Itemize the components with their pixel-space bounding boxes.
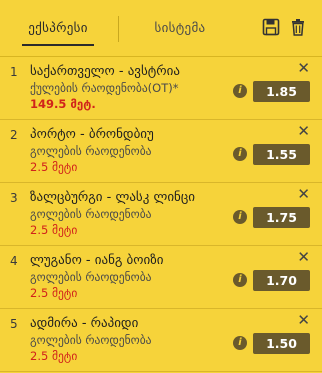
bet-market: გოლების რაოდენობა	[30, 333, 152, 347]
tab-express-label: ექსპრესი	[28, 20, 88, 36]
bet-match: საქართველო - ავსტრია	[30, 64, 180, 79]
close-icon[interactable]: ✕	[297, 59, 310, 77]
bet-line: 2.5 მეტი	[30, 286, 78, 300]
bet-odds: 1.50	[253, 333, 310, 354]
betslip-header: ექსპრესი სისტემა	[0, 0, 322, 57]
bet-number: 1	[10, 65, 18, 79]
info-icon[interactable]: i	[233, 273, 247, 287]
tab-divider	[118, 16, 119, 42]
bet-market: გოლების რაოდენობა	[30, 144, 152, 158]
close-icon[interactable]: ✕	[297, 122, 310, 140]
bet-number: 2	[10, 128, 18, 142]
tab-system-label: სისტემა	[154, 20, 206, 36]
bet-list: 1 საქართველო - ავსტრია ქულების რაოდენობა…	[0, 57, 322, 372]
close-icon[interactable]: ✕	[297, 248, 310, 266]
bet-number: 5	[10, 317, 18, 331]
bet-item: 3 ზალცბურგი - ლასკ ლინცი გოლების რაოდენო…	[0, 183, 322, 246]
bet-item: 2 პორტო - ბრონდბიუ გოლების რაოდენობა 2.5…	[0, 120, 322, 183]
bet-match: პორტო - ბრონდბიუ	[30, 127, 154, 142]
bet-number: 3	[10, 191, 18, 205]
info-icon[interactable]: i	[233, 147, 247, 161]
bet-match: ადმირა - რაპიდი	[30, 316, 139, 331]
bet-item: 5 ადმირა - რაპიდი გოლების რაოდენობა 2.5 …	[0, 309, 322, 372]
close-icon[interactable]: ✕	[297, 311, 310, 329]
bet-market: გოლების რაოდენობა	[30, 207, 152, 221]
bet-item: 1 საქართველო - ავსტრია ქულების რაოდენობა…	[0, 57, 322, 120]
bet-odds: 1.70	[253, 270, 310, 291]
bet-match: ლუგანო - იანგ ბოიზი	[30, 253, 164, 268]
info-icon[interactable]: i	[233, 84, 247, 98]
bet-line: 149.5 მეტ.	[30, 97, 96, 111]
info-icon[interactable]: i	[233, 336, 247, 350]
info-icon[interactable]: i	[233, 210, 247, 224]
bet-market: გოლების რაოდენობა	[30, 270, 152, 284]
trash-icon[interactable]	[289, 18, 307, 36]
bet-odds: 1.85	[253, 81, 310, 102]
bet-odds: 1.55	[253, 144, 310, 165]
tab-system[interactable]: სისტემა	[130, 0, 230, 56]
bet-line: 2.5 მეტი	[30, 223, 78, 237]
save-icon[interactable]	[262, 18, 280, 36]
bet-match: ზალცბურგი - ლასკ ლინცი	[30, 190, 195, 205]
tab-express[interactable]: ექსპრესი	[12, 0, 104, 56]
bet-odds: 1.75	[253, 207, 310, 228]
bet-line: 2.5 მეტი	[30, 160, 78, 174]
bet-line: 2.5 მეტი	[30, 349, 78, 363]
bet-market: ქულების რაოდენობა(OT)*	[30, 81, 179, 95]
bet-item: 4 ლუგანო - იანგ ბოიზი გოლების რაოდენობა …	[0, 246, 322, 309]
active-tab-underline	[22, 44, 94, 46]
close-icon[interactable]: ✕	[297, 185, 310, 203]
bet-number: 4	[10, 254, 18, 268]
